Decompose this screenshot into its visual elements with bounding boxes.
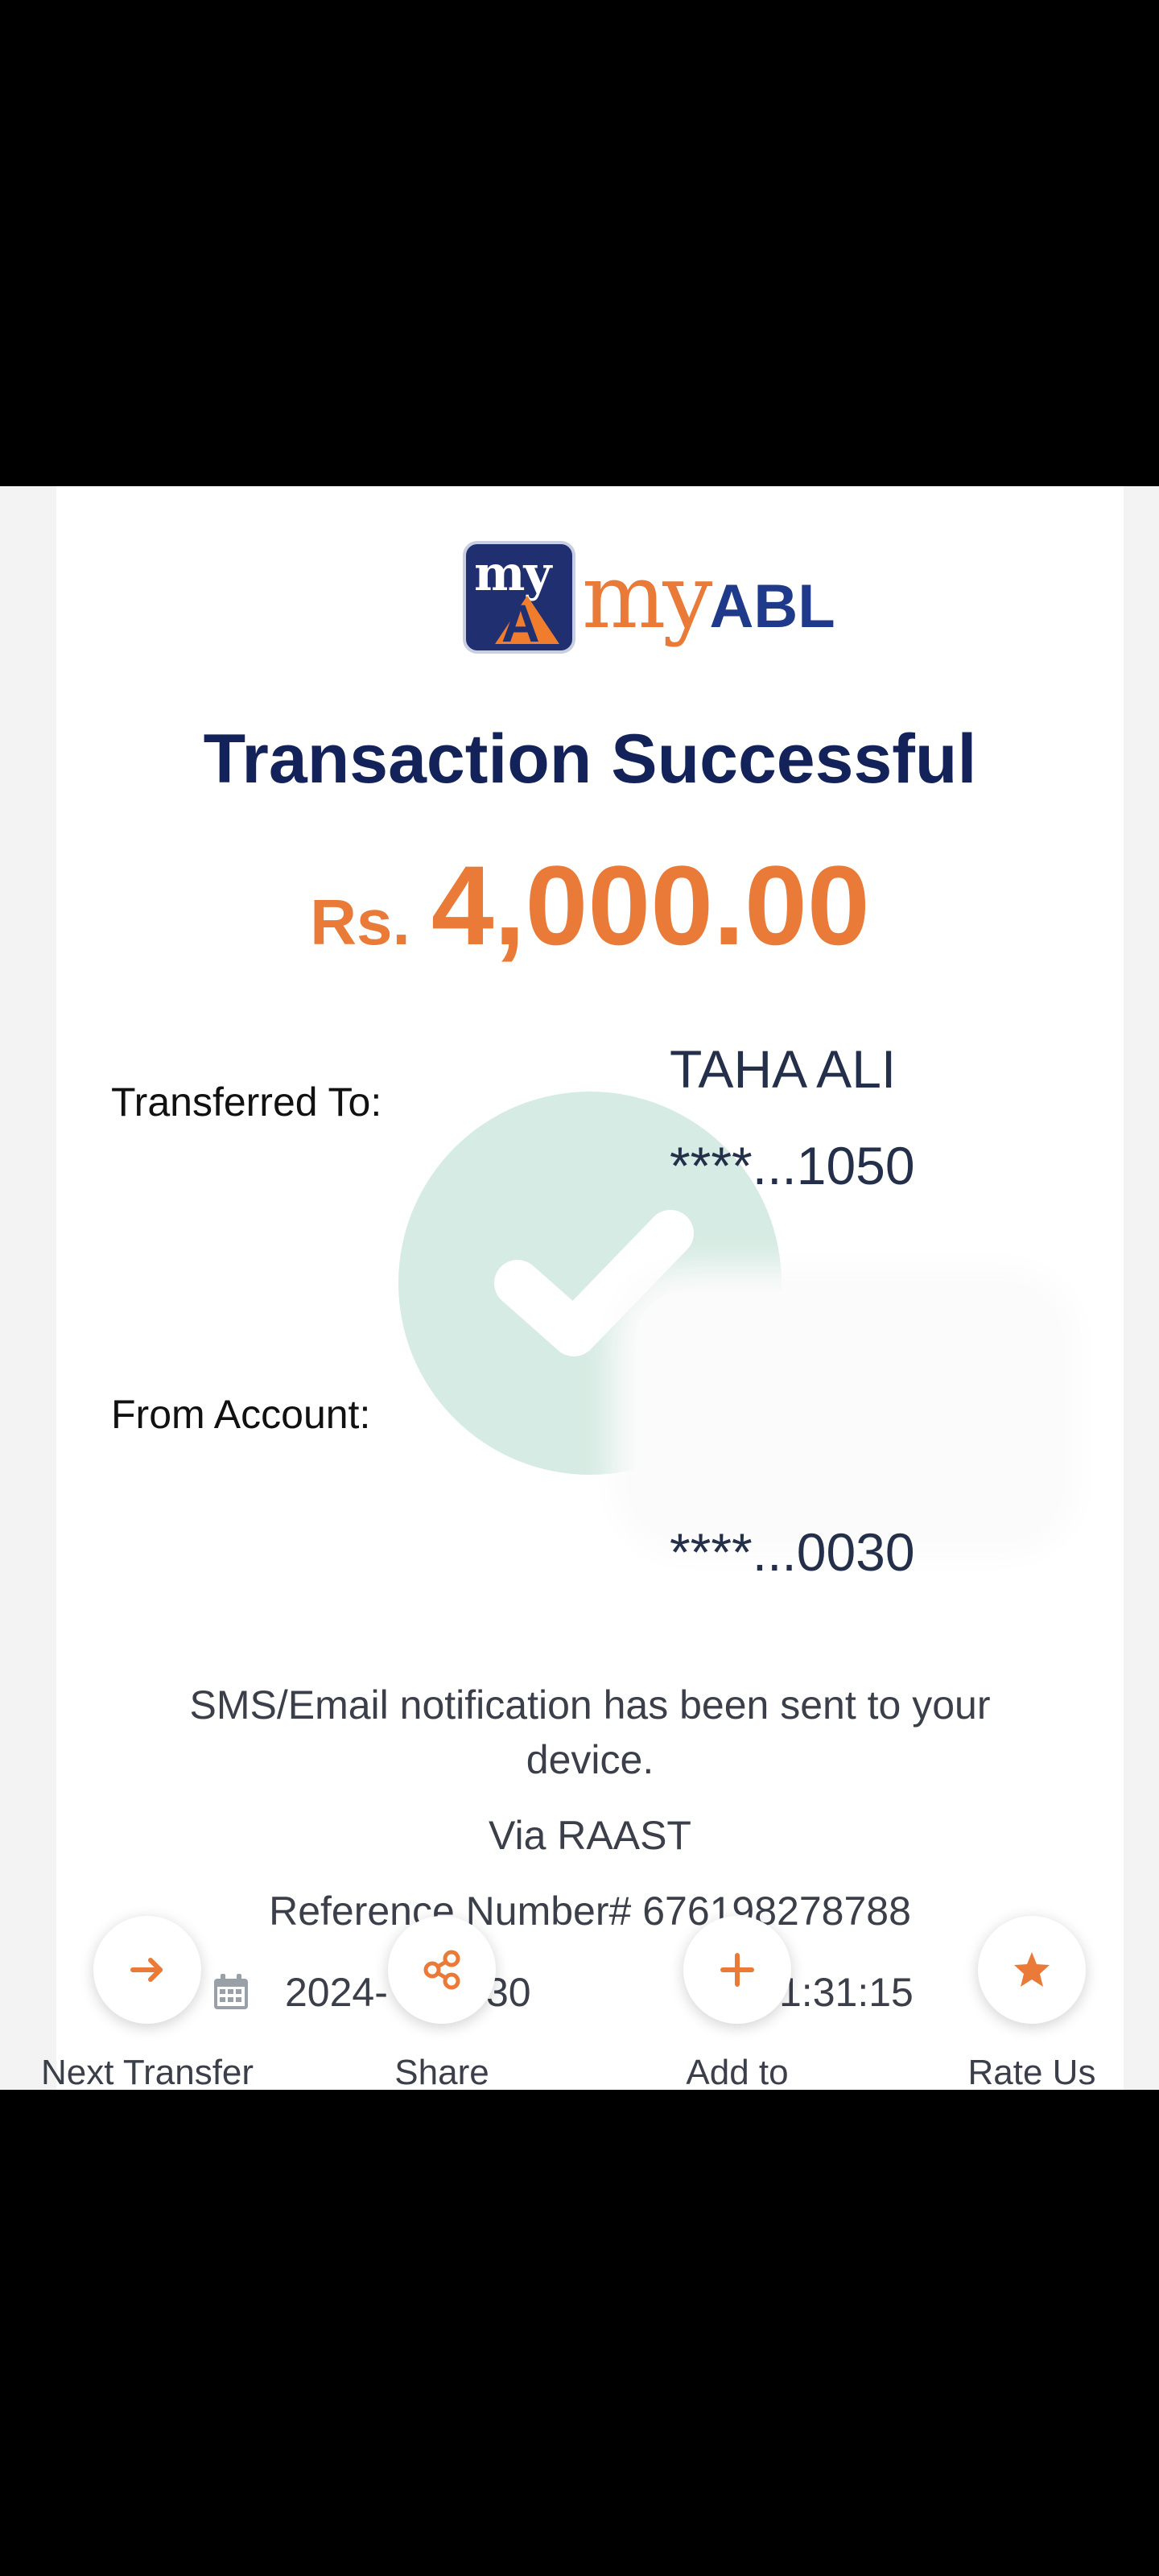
recipient-account: ****...1050 [670, 1136, 915, 1195]
recipient-name: TAHA ALI [670, 1039, 897, 1099]
amount-value: 4,000.00 [431, 842, 870, 968]
star-icon [1014, 1952, 1050, 1987]
plus-icon [720, 1953, 754, 1987]
notification-text: SMS/Email notification has been sent to … [189, 1682, 991, 1782]
add-to-label[interactable]: Add to [608, 2053, 866, 2090]
via-text: Via RAAST [489, 1813, 691, 1858]
logo-wordmark-abl: ABL [709, 572, 835, 641]
logo-wordmark: myABL [582, 552, 835, 651]
rate-us-label[interactable]: Rate Us [903, 2053, 1159, 2090]
receipt-card: my A myABL Transaction Successful Rs. 4,0… [56, 486, 1124, 2090]
calendar-icon [214, 1974, 248, 2009]
share-button[interactable] [388, 1916, 496, 2024]
redacted-area [636, 1291, 1054, 1533]
from-account-number: ****...0030 [670, 1522, 915, 1582]
date-partial: 2024- [285, 1970, 388, 2015]
logo-badge-a: A [501, 593, 540, 653]
from-account-label: From Account: [111, 1392, 371, 1437]
page-title: Transaction Successful [203, 720, 977, 798]
time-partial: 1:31:15 [779, 1970, 914, 2015]
myabl-logo-badge: my A [463, 541, 575, 654]
next-transfer-label[interactable]: Next Transfer [19, 2053, 276, 2090]
add-to-button[interactable] [683, 1916, 791, 2024]
share-icon [423, 1950, 460, 1990]
logo-wordmark-my: my [582, 545, 712, 648]
myabl-logo: my A myABL [463, 541, 835, 654]
rate-us-button[interactable] [978, 1916, 1086, 2024]
transaction-amount: Rs. 4,000.00 [56, 840, 1124, 971]
currency-label: Rs. [310, 886, 410, 958]
reference-number: Reference Number# 676198278788 [269, 1889, 911, 1934]
share-label[interactable]: Share [313, 2053, 571, 2090]
arrow-right-icon [130, 1958, 163, 1982]
transferred-to-label: Transferred To: [111, 1080, 382, 1125]
next-transfer-button[interactable] [93, 1916, 201, 2024]
receipt-screen: my A myABL Transaction Successful Rs. 4,0… [0, 486, 1159, 2090]
